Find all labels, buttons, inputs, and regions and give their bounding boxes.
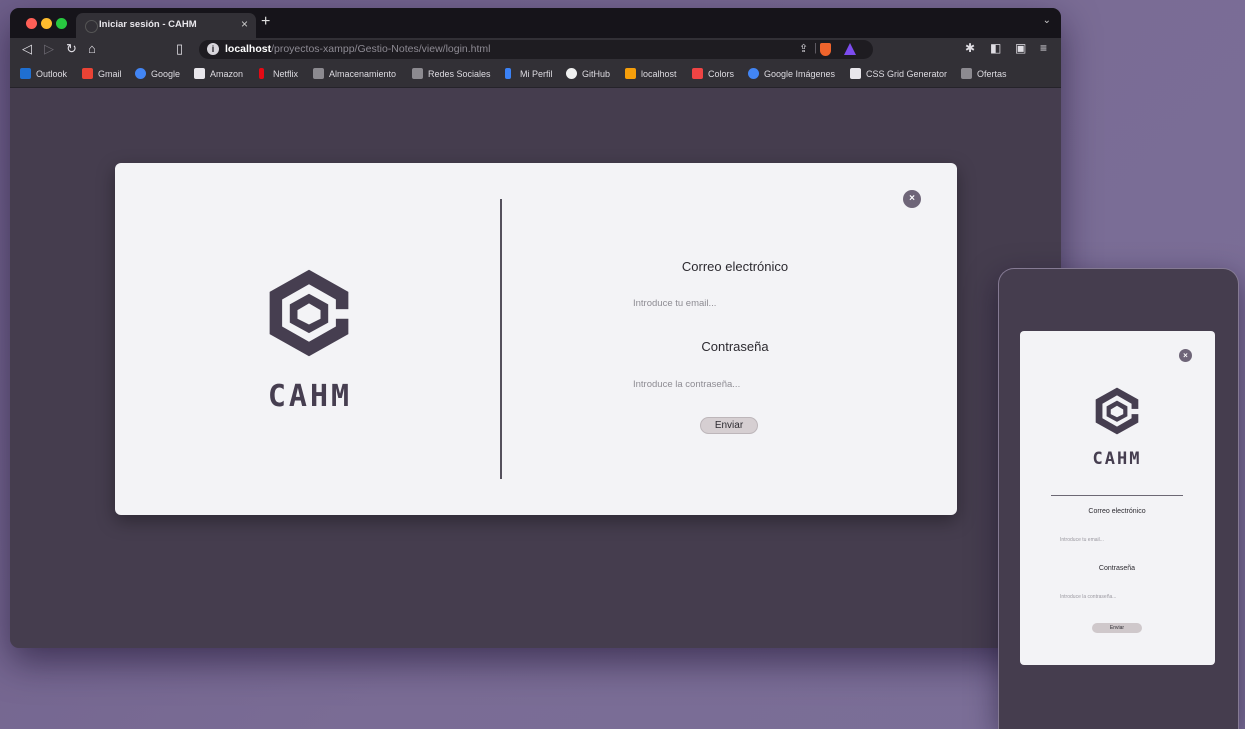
maximize-window-button[interactable] [56,18,67,29]
folder-icon [961,68,972,79]
close-icon[interactable]: × [1179,349,1192,362]
chevron-down-icon[interactable]: ⌄ [1043,15,1051,26]
bookmark-google[interactable]: Google [151,69,180,79]
address-bar[interactable]: i localhost/proyectos-xampp/Gestio-Notes… [199,40,873,59]
bookmark-icon[interactable]: ▯ [176,41,183,57]
login-modal: × CAHM Correo electrónico Contraseña Env… [115,163,957,515]
google-images-icon [748,68,759,79]
separator: | [814,42,817,54]
bookmark-amazon[interactable]: Amazon [210,69,243,79]
cahm-logo-icon [269,269,354,357]
gmail-icon [82,68,93,79]
bookmarks-bar: Outlook Gmail Google Amazon Netflix Alma… [10,61,1061,88]
menu-icon[interactable]: ≡ [1040,41,1047,55]
email-field[interactable] [633,295,853,311]
password-label: Contraseña [1098,565,1136,572]
password-field[interactable] [633,376,853,392]
share-icon[interactable]: ⇪ [799,42,808,55]
github-icon [566,68,577,79]
google-icon [135,68,146,79]
close-window-button[interactable] [26,18,37,29]
folder-icon [313,68,324,79]
extensions-icon[interactable]: ✱ [965,41,975,55]
minimize-window-button[interactable] [41,18,52,29]
brand-name: CAHM [267,379,353,414]
tab-close-icon[interactable]: × [241,17,248,31]
bookmark-almacenamiento[interactable]: Almacenamiento [329,69,396,79]
email-label: Correo electrónico [1088,508,1146,515]
email-field[interactable] [1060,535,1180,545]
mobile-login-card: × CAHM Correo electrónico Contraseña Env… [1020,331,1215,665]
mi-perfil-icon [505,68,511,79]
tab-active[interactable]: Iniciar sesión - CAHM × [76,13,256,38]
cahm-logo-icon [1095,387,1141,435]
bookmark-netflix[interactable]: Netflix [273,69,298,79]
new-tab-icon[interactable]: + [261,13,270,31]
password-label: Contraseña [701,339,769,354]
home-icon[interactable]: ⌂ [88,41,96,56]
url-path: /proyectos-xampp/Gestio-Notes/view/login… [271,43,491,55]
tab-title: Iniciar sesión - CAHM [99,19,197,30]
css-grid-icon [850,68,861,79]
password-field[interactable] [1060,592,1180,602]
bookmark-gmail[interactable]: Gmail [98,69,122,79]
bookmark-ofertas[interactable]: Ofertas [977,69,1007,79]
brave-shield-icon[interactable] [820,43,831,56]
colors-icon [692,68,703,79]
bookmark-github[interactable]: GitHub [582,69,610,79]
bookmark-mi-perfil[interactable]: Mi Perfil [520,69,553,79]
reload-icon[interactable]: ↻ [66,41,77,57]
mobile-device: × CAHM Correo electrónico Contraseña Env… [998,268,1239,729]
outlook-icon [20,68,31,79]
horizontal-divider [1051,495,1183,496]
bookmark-colors[interactable]: Colors [708,69,734,79]
vertical-divider [500,199,502,479]
toolbar: ◁ ▷ ↻ ⌂ ▯ i localhost/proyectos-xampp/Ge… [10,38,1061,61]
browser-window: Iniciar sesión - CAHM × + ⌄ ◁ ▷ ↻ ⌂ ▯ i … [10,8,1061,648]
brave-rewards-icon[interactable] [844,43,856,55]
bookmark-redes-sociales[interactable]: Redes Sociales [428,69,491,79]
site-info-icon[interactable]: i [207,43,219,55]
url-text[interactable]: localhost/proyectos-xampp/Gestio-Notes/v… [225,43,491,55]
bookmark-css-grid-generator[interactable]: CSS Grid Generator [866,69,947,79]
forward-icon[interactable]: ▷ [44,41,54,57]
brand-name: CAHM [1092,449,1142,469]
wallet-icon[interactable]: ▣ [1015,41,1026,55]
back-icon[interactable]: ◁ [22,41,32,57]
bookmark-localhost[interactable]: localhost [641,69,677,79]
bookmark-google-imagenes[interactable]: Google Imágenes [764,69,835,79]
localhost-icon [625,68,636,79]
submit-button[interactable]: Enviar [700,417,758,434]
close-icon[interactable]: × [903,190,921,208]
sidebar-icon[interactable]: ◧ [990,41,1001,55]
email-label: Correo electrónico [681,259,789,274]
submit-button[interactable]: Enviar [1092,623,1142,633]
tab-favicon-icon [85,20,98,33]
netflix-icon [259,68,264,79]
url-host: localhost [225,43,272,55]
amazon-icon [194,68,205,79]
bookmark-outlook[interactable]: Outlook [36,69,67,79]
folder-icon [412,68,423,79]
tab-bar: Iniciar sesión - CAHM × + ⌄ [10,8,1061,38]
